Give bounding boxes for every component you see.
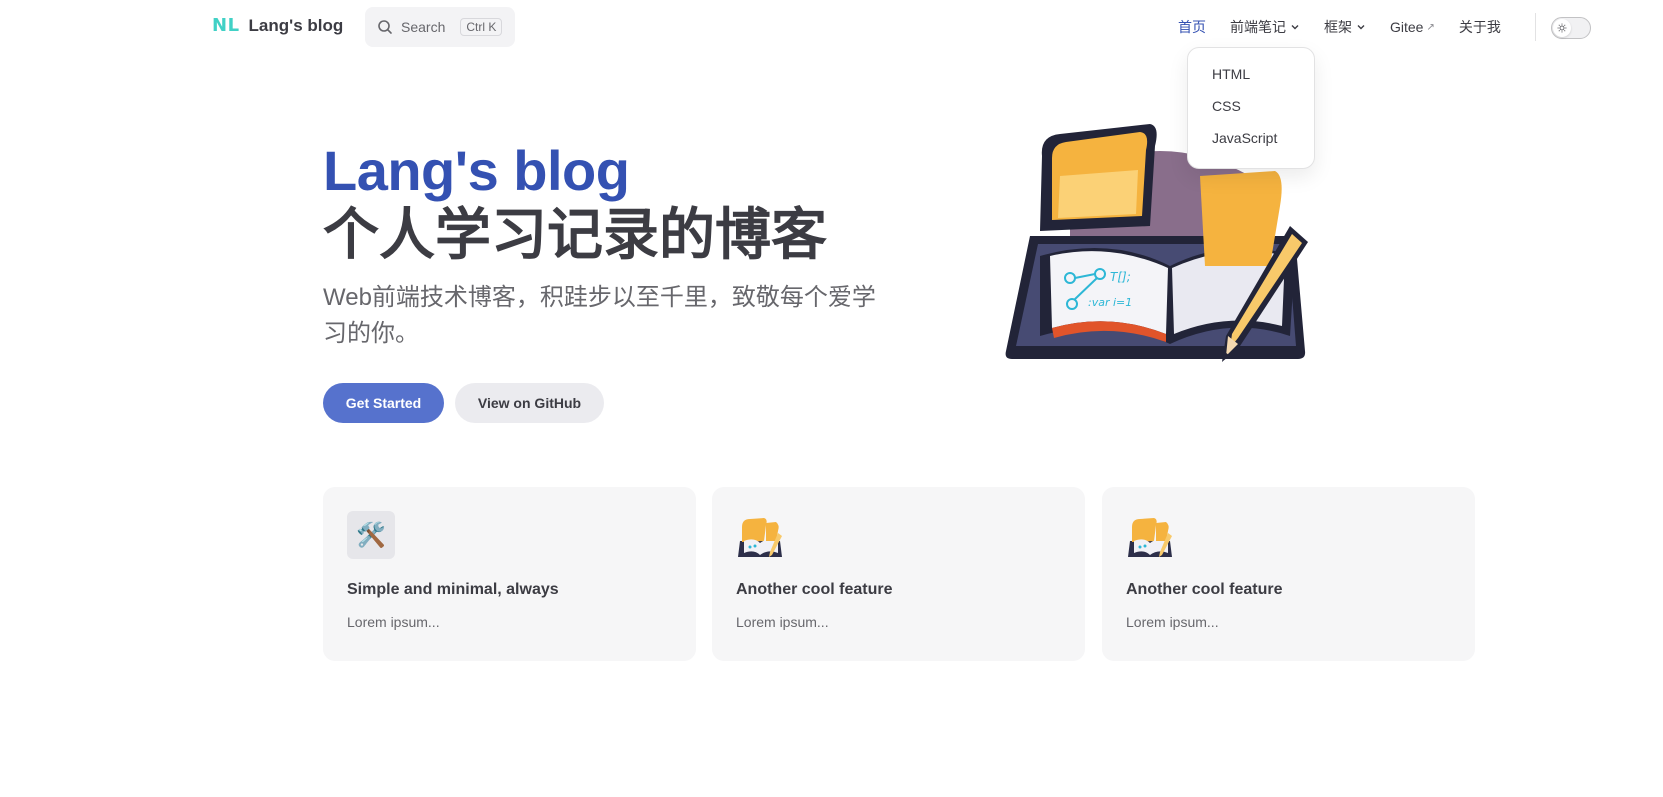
book-logo-icon xyxy=(736,511,784,559)
search-button[interactable]: Search Ctrl K xyxy=(365,7,515,47)
svg-text::var i=1: :var i=1 xyxy=(1088,296,1132,309)
nav-link-label: 关于我 xyxy=(1458,19,1501,35)
dropdown-item-css[interactable]: CSS xyxy=(1188,98,1314,130)
toggle-knob xyxy=(1553,19,1571,37)
nav-link-home[interactable]: 首页 xyxy=(1178,17,1206,37)
feature-card: Another cool feature Lorem ipsum... xyxy=(1102,487,1475,661)
external-link-icon: ↗ xyxy=(1426,21,1435,33)
nav-link-gitee[interactable]: Gitee ↗ xyxy=(1390,19,1435,35)
nav-link-frontend-notes[interactable]: 前端笔记 xyxy=(1230,17,1300,37)
feature-title: Another cool feature xyxy=(1126,581,1283,598)
appearance-toggle[interactable] xyxy=(1551,17,1591,39)
search-icon xyxy=(378,20,392,34)
sun-icon xyxy=(1557,23,1567,33)
feature-details: Lorem ipsum... xyxy=(736,614,829,630)
hero-name: Lang's blog xyxy=(323,139,630,202)
hero-text: 个人学习记录的博客 xyxy=(323,203,827,266)
get-started-button[interactable]: Get Started xyxy=(323,383,444,423)
frontend-notes-dropdown: HTML CSS JavaScript xyxy=(1187,47,1315,169)
dropdown-item-javascript[interactable]: JavaScript xyxy=(1188,130,1314,162)
feature-card: 🛠️ Simple and minimal, always Lorem ipsu… xyxy=(323,487,696,661)
feature-card: Another cool feature Lorem ipsum... xyxy=(712,487,1085,661)
chevron-down-icon xyxy=(1357,25,1365,30)
svg-text:T[];: T[]; xyxy=(1110,270,1131,284)
hero-tagline: Web前端技术博客，积跬步以至千里，致敬每个爱学习的你。 xyxy=(323,284,876,347)
feature-details: Lorem ipsum... xyxy=(347,614,440,630)
book-logo-icon xyxy=(1126,511,1174,559)
nav-link-label: Gitee xyxy=(1390,19,1424,35)
nav-divider xyxy=(1535,13,1536,41)
view-on-github-button[interactable]: View on GitHub xyxy=(455,383,604,423)
chevron-down-icon xyxy=(1291,25,1299,30)
search-shortcut: Ctrl K xyxy=(460,18,503,36)
nav-links: 首页 前端笔记 框架 Gitee ↗ 关于我 xyxy=(1178,17,1501,37)
tools-icon: 🛠️ xyxy=(347,511,395,559)
feature-title: Another cool feature xyxy=(736,581,893,598)
nav-link-about[interactable]: 关于我 xyxy=(1459,17,1501,37)
nav-link-label: 前端笔记 xyxy=(1230,19,1286,35)
nav-link-label: 首页 xyxy=(1178,19,1206,35)
feature-details: Lorem ipsum... xyxy=(1126,614,1219,630)
top-nav: NL Lang's blog Search Ctrl K 首页 前端笔记 框架 … xyxy=(0,0,1663,55)
logo-mark: NL xyxy=(212,15,240,36)
dropdown-item-html[interactable]: HTML xyxy=(1188,66,1314,98)
nav-link-frameworks[interactable]: 框架 xyxy=(1324,17,1366,37)
search-label: Search xyxy=(401,19,446,35)
site-title: Lang's blog xyxy=(248,15,344,35)
site-logo-link[interactable]: NL Lang's blog xyxy=(212,15,343,36)
nav-link-label: 框架 xyxy=(1324,19,1352,35)
feature-title: Simple and minimal, always xyxy=(347,581,559,598)
